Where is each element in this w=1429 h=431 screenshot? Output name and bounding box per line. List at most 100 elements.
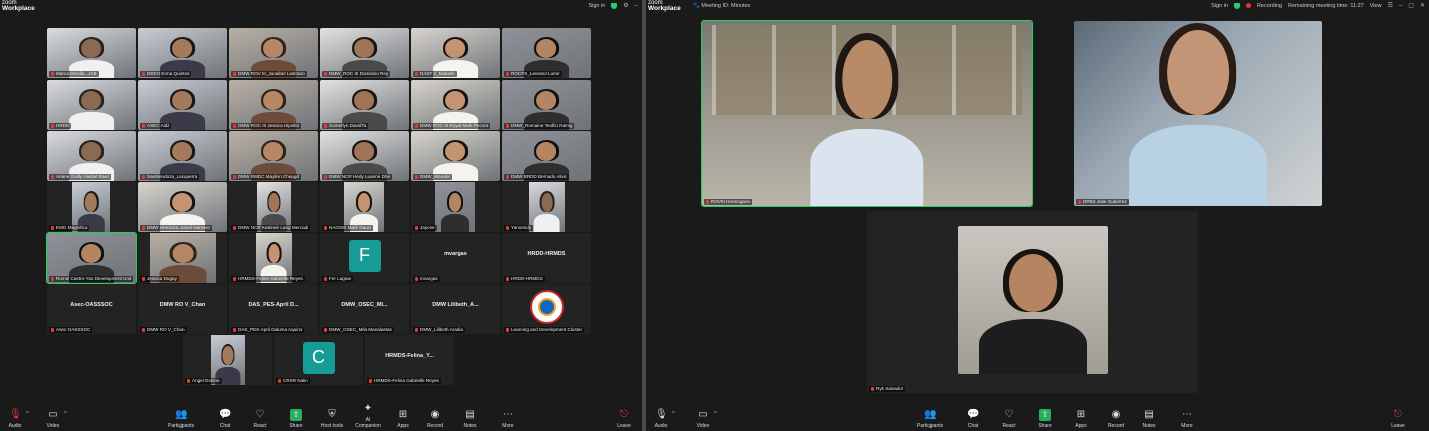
security-shield-icon[interactable]	[611, 2, 618, 9]
remaining-time: Remaining meeting time: 11:27	[1288, 2, 1364, 9]
app-logo: zoom Workplace	[2, 0, 35, 12]
video-tile[interactable]: Asec-OASSSOC Asec-OASSSOC	[47, 284, 136, 334]
video-tile[interactable]: DEEO Erma Quintos	[138, 28, 227, 78]
video-tile[interactable]: Jessica Dugay	[138, 233, 227, 283]
record-button[interactable]: ◉ Record	[422, 409, 448, 429]
more-icon: ⋯	[503, 409, 513, 420]
video-tile[interactable]: DMW_Romaine Teofilo Ramig	[502, 80, 591, 130]
video-tile[interactable]: EMG Magnifico	[47, 182, 136, 232]
participants-button[interactable]: 👥3 Participants	[917, 409, 943, 429]
more-button[interactable]: ⋯ More	[495, 409, 521, 429]
more-button[interactable]: ⋯ More	[1174, 409, 1200, 429]
toolbar-label: Apps	[397, 423, 409, 429]
video-tile[interactable]: DMW_ROC III Dumisino Rey	[320, 28, 409, 78]
video-tile-hermogane[interactable]: ROVIII Hermogane	[701, 20, 1033, 207]
chevron-up-icon[interactable]: ^	[714, 411, 717, 417]
video-tile-salvador[interactable]: Ryk Salvador	[867, 211, 1198, 393]
share-button[interactable]: ⇧ Share	[283, 409, 309, 429]
video-tile[interactable]: DMW_OSEC_MI... DMW_OSEC_Mila Manalastas	[320, 284, 409, 334]
participant-name-card: DMW_OSEC_MI...	[341, 302, 388, 308]
apps-button[interactable]: ⊞ Apps	[1068, 409, 1094, 429]
chevron-up-icon[interactable]: ^	[26, 411, 29, 417]
video-tile[interactable]: NAOSSI Mark Gauci	[320, 182, 409, 232]
meeting-info[interactable]: 🐾 Meeting ID: Minutes	[693, 3, 750, 9]
leave-icon: ⎋	[1394, 409, 1402, 420]
video-tile[interactable]: DMW ROC III Jessica Hipolito	[229, 80, 318, 130]
settings-icon[interactable]: ⚙	[623, 2, 628, 9]
video-tile[interactable]: ASEC Aidz	[138, 80, 227, 130]
notes-button[interactable]: ▤ Notes	[457, 409, 483, 429]
share-button[interactable]: ⇧ Share	[1032, 409, 1058, 429]
video-tile[interactable]: mvargas mvargas	[411, 233, 500, 283]
participants-button[interactable]: 👥41 Participants	[168, 409, 194, 429]
video-tile[interactable]: Romel Castro-Yao Development Unit	[46, 232, 137, 284]
more-icon: ⋯	[1182, 409, 1192, 420]
participant-name: DMW BRDD Bernado Alivic	[504, 174, 570, 180]
video-tile[interactable]: DMW ROV III_Junaibel Lastrano	[229, 28, 318, 78]
toolbar-label: Notes	[463, 423, 477, 429]
leave-button[interactable]: ⎋ Leave	[1385, 409, 1411, 429]
signin-link[interactable]: Sign in	[588, 3, 605, 9]
chevron-up-icon[interactable]: ^	[672, 411, 675, 417]
video-tile[interactable]: HRDD-HRMDS HRDD-HRMDS	[502, 233, 591, 283]
chat-button[interactable]: 💬 Chat	[212, 409, 238, 429]
video-button[interactable]: ▭ Video	[40, 409, 66, 429]
video-tile[interactable]: Ariane Gailly Hastiel Raez	[47, 131, 136, 181]
video-button[interactable]: ▭ Video	[690, 409, 716, 429]
security-shield-icon[interactable]	[1233, 2, 1240, 9]
view-button[interactable]: View	[1370, 3, 1382, 9]
logo-text-workplace: Workplace	[2, 5, 35, 12]
chevron-up-icon[interactable]: ^	[64, 411, 67, 417]
video-tile[interactable]: DMW RMDC Maylinn Chepgd	[229, 131, 318, 181]
participant-name: Marca Movilla...JAB	[49, 71, 99, 77]
video-tile[interactable]: DMW Lilibeth_A... DMW_Lilibeth Aradia	[411, 284, 500, 334]
maximize-icon[interactable]: ▢	[1408, 2, 1414, 9]
leave-button[interactable]: ⎋ Leave	[611, 409, 637, 429]
participant-name-card: DMW RO V_Chan	[159, 302, 206, 308]
signin-link[interactable]: Sign in	[1211, 3, 1228, 9]
participant-name: DMW ROV III_Junaibel Lastrano	[231, 71, 307, 77]
video-tile[interactable]: Yanomidy	[502, 182, 591, 232]
audio-button[interactable]: 🎙 Audio	[2, 409, 28, 429]
video-tile[interactable]: DMW NCR Hedy Luanne Dhe	[320, 131, 409, 181]
react-button[interactable]: ♡ React	[996, 409, 1022, 429]
video-tile[interactable]: F Fer Lagsar	[320, 233, 409, 283]
video-tile[interactable]: HRMDS-Felina_Y... HRMDS-Felina Gabrielle …	[365, 335, 454, 385]
grid-view-icon[interactable]: ☰	[1388, 2, 1393, 9]
video-tile[interactable]: Somerlyn DavidTa	[320, 80, 409, 130]
recording-label[interactable]: Recording	[1257, 3, 1282, 9]
video-tile[interactable]: Learning and Development Cluster	[502, 284, 591, 334]
video-tile[interactable]: DMW_Wendel	[411, 131, 500, 181]
video-tile[interactable]: SaoMendoza_Lacquerra	[138, 131, 227, 181]
participant-name: ASEC Aidz	[140, 123, 172, 129]
video-tile[interactable]: HRMDS-Feline Gabrielle Reyes	[229, 233, 318, 283]
record-button[interactable]: ◉ Record	[1103, 409, 1129, 429]
host-tools-button[interactable]: ⛨ Host tools	[319, 409, 345, 429]
video-tile[interactable]: DMW BRDD Bernado Alivic	[502, 131, 591, 181]
close-icon[interactable]: ✕	[1420, 2, 1425, 9]
ai-companion-button[interactable]: ✦ AI Companion	[355, 403, 381, 429]
minimize-icon[interactable]: –	[1399, 3, 1402, 9]
video-tile[interactable]: ROCPS_Leonard Lumir	[502, 28, 591, 78]
minimize-icon[interactable]: –	[635, 3, 638, 9]
react-button[interactable]: ♡ React	[247, 409, 273, 429]
video-tile[interactable]: DMW RO V_Chan DMW RO V_Chan	[138, 284, 227, 334]
apps-button[interactable]: ⊞ Apps	[390, 409, 416, 429]
video-tile[interactable]: DMW ROC III Royal Mark Pecora	[411, 80, 500, 130]
video-tile[interactable]: Angel Dolorie	[183, 335, 272, 385]
chat-button[interactable]: 💬 Chat	[960, 409, 986, 429]
video-tile[interactable]: Jaycee	[411, 182, 500, 232]
audio-button[interactable]: 🎙 Audio	[648, 409, 674, 429]
video-tile[interactable]: C CRSR Nalin	[274, 335, 363, 385]
video-tile[interactable]: HRDD	[47, 80, 136, 130]
toolbar-label: More	[502, 423, 514, 429]
video-tile[interactable]: Marca Movilla...JAB	[47, 28, 136, 78]
video-tile[interactable]: DASF 2_Mabelle	[411, 28, 500, 78]
video-tile[interactable]: DMW Hermoza Jomel Narvaez	[138, 182, 227, 232]
participant-name: Ryk Salvador	[869, 386, 906, 392]
video-tile-gutierrez[interactable]: DPBS Jose Gutierrez	[1074, 21, 1322, 206]
toolbar-label: Audio	[654, 423, 668, 429]
notes-button[interactable]: ▤ Notes	[1136, 409, 1162, 429]
video-tile[interactable]: DMW NCR Katrineir Lang Mercadi	[229, 182, 318, 232]
video-tile[interactable]: DAS_PES-April D... DAS_PES-April Daluma A…	[229, 284, 318, 334]
